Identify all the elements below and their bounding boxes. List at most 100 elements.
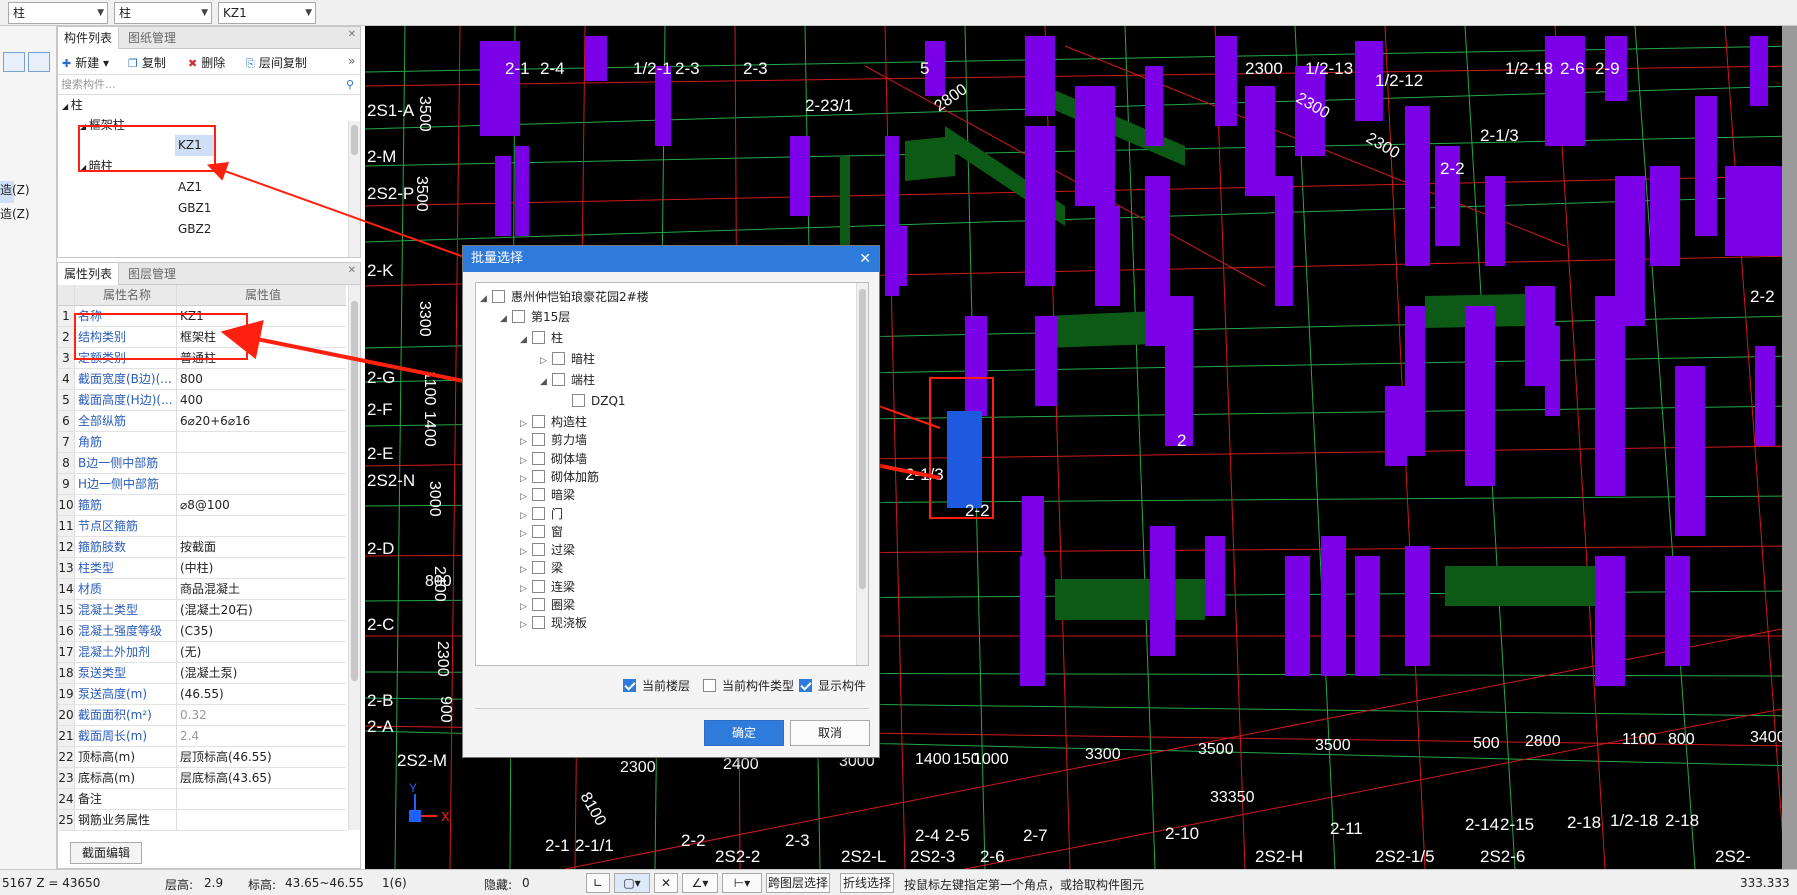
tab-drawing-manage[interactable]: 图纸管理 [122,27,182,49]
close-icon[interactable]: ✕ [859,246,871,272]
dialog-node-end-column[interactable]: ◢ 端柱 [540,370,595,390]
property-value[interactable] [177,810,346,830]
expand-icon[interactable]: ▷ [520,615,532,635]
property-value[interactable] [177,516,346,536]
checkbox[interactable] [532,469,545,483]
property-row[interactable]: 21 截面周长(m) 2.4 [58,726,346,747]
expand-icon[interactable]: ▷ [540,351,552,371]
polyline-select-button[interactable]: 折线选择 [840,873,894,893]
property-value[interactable]: 层底标高(43.65) [177,768,346,788]
floor-copy-button[interactable]: ⎘ 层间复制 [246,54,307,71]
expand-icon[interactable]: ◢ [540,372,552,392]
nav-item-2[interactable]: 造(Z) [0,205,30,222]
offset-icon[interactable]: ⊢▾ [722,873,762,893]
cross-layer-select-button[interactable]: 跨图层选择 [766,873,830,893]
ok-button[interactable]: 确定 [704,720,784,746]
grid-view-icon[interactable] [28,52,50,72]
checkbox[interactable] [532,616,545,630]
tree-node-gbz2[interactable]: GBZ2 [178,219,211,240]
checkbox[interactable] [532,331,545,344]
subtype-combo[interactable]: 柱 ▼ [114,2,212,24]
property-value[interactable]: 800 [177,369,346,389]
property-value[interactable]: (46.55) [177,684,346,704]
dialog-node-category[interactable]: ▷ 窗 [520,522,563,542]
property-value[interactable]: 按截面 [177,537,346,557]
scroll-thumb[interactable] [859,289,866,589]
property-value[interactable]: 0.32 [177,705,346,725]
section-edit-button[interactable]: 截面编辑 [70,842,142,864]
property-value[interactable]: ⌀8@100 [177,495,346,515]
checkbox[interactable] [552,352,565,365]
checkbox[interactable] [512,310,525,323]
property-row[interactable]: 13 柱类型 (中柱) [58,558,346,579]
checkbox[interactable] [492,290,505,303]
property-row[interactable]: 17 混凝土外加剂 (无) [58,642,346,663]
property-value[interactable]: KZ1 [177,306,346,326]
nav-item-1[interactable]: 造(Z) [0,181,30,198]
property-row[interactable]: 19 泵送高度(m) (46.55) [58,684,346,705]
property-value[interactable] [177,453,346,473]
property-row[interactable]: 23 底标高(m) 层底标高(43.65) [58,768,346,789]
scroll-thumb[interactable] [351,301,358,681]
property-value[interactable]: 商品混凝土 [177,579,346,599]
tree-node-gbz1[interactable]: GBZ1 [178,198,211,219]
tree-node-kz1[interactable]: KZ1 [175,135,216,156]
property-value[interactable]: 层顶标高(46.55) [177,747,346,767]
checkbox[interactable] [532,543,545,557]
opt-current-type[interactable]: 当前构件类型 [703,676,794,696]
property-row[interactable]: 20 截面面积(m²) 0.32 [58,705,346,726]
property-row[interactable]: 22 顶标高(m) 层顶标高(46.55) [58,747,346,768]
property-row[interactable]: 25 钢筋业务属性 [58,810,346,831]
property-row[interactable]: 1 名称 KZ1 [58,306,346,327]
property-row[interactable]: 18 泵送类型 (混凝土泵) [58,663,346,684]
checkbox-checked[interactable] [623,679,636,692]
checkbox[interactable] [552,373,565,386]
property-row[interactable]: 5 截面高度(H边)(... 400 [58,390,346,411]
property-scrollbar[interactable] [348,285,360,830]
property-value[interactable]: 400 [177,390,346,410]
ortho-icon[interactable]: ∟ [586,873,610,893]
tree-node-hidden-column[interactable]: ◢ 暗柱 [80,156,113,177]
property-value[interactable] [177,432,346,452]
new-button[interactable]: ✚ 新建 ▾ [62,54,109,71]
dialog-node-floor[interactable]: ◢ 第15层 [500,307,570,327]
property-row[interactable]: 3 定额类别 普通柱 [58,348,346,369]
checkbox[interactable] [532,488,545,502]
property-row[interactable]: 6 全部纵筋 6⌀20+6⌀16 [58,411,346,432]
cancel-button[interactable]: 取消 [790,720,870,746]
checkbox[interactable] [703,679,716,692]
snap-rect-icon[interactable]: ▢▾ [614,873,650,893]
tab-component-list[interactable]: 构件列表 [58,27,120,49]
property-row[interactable]: 8 B边一侧中部筋 [58,453,346,474]
property-row[interactable]: 24 备注 [58,789,346,810]
property-row[interactable]: 16 混凝土强度等级 (C35) [58,621,346,642]
dialog-node-category[interactable]: ▷ 砌体加筋 [520,467,599,487]
property-row[interactable]: 9 H边一侧中部筋 [58,474,346,495]
property-value[interactable]: 普通柱 [177,348,346,368]
property-value[interactable] [177,474,346,494]
property-value[interactable]: (混凝土20石) [177,600,346,620]
checkbox[interactable] [532,433,545,447]
dialog-node-category[interactable]: ▷ 现浇板 [520,613,587,633]
property-value[interactable]: (C35) [177,621,346,641]
opt-current-floor[interactable]: 当前楼层 [623,676,690,696]
tab-property-list[interactable]: 属性列表 [58,263,120,285]
dialog-scrollbar[interactable] [856,283,868,665]
dialog-node-dzq1[interactable]: DZQ1 [572,391,626,411]
close-icon[interactable]: ✕ [348,29,356,40]
tree-node-column[interactable]: ◢ 柱 [62,95,83,116]
checkbox[interactable] [532,524,545,538]
type-combo[interactable]: 柱 ▼ [8,2,108,24]
tree-node-az1[interactable]: AZ1 [178,177,202,198]
property-row[interactable]: 14 材质 商品混凝土 [58,579,346,600]
checkbox-checked[interactable] [799,679,812,692]
expand-icon[interactable]: ◢ [480,289,492,309]
property-value[interactable]: (混凝土泵) [177,663,346,683]
delete-button[interactable]: ✖ 删除 [188,54,225,71]
property-value[interactable]: 框架柱 [177,327,346,347]
property-value[interactable]: (无) [177,642,346,662]
component-combo[interactable]: KZ1 ▼ [218,2,316,24]
property-row[interactable]: 12 箍筋肢数 按截面 [58,537,346,558]
scroll-thumb[interactable] [351,125,358,155]
dialog-node-project[interactable]: ◢ 惠州仲恺铂琅豪花园2#楼 [480,287,649,307]
